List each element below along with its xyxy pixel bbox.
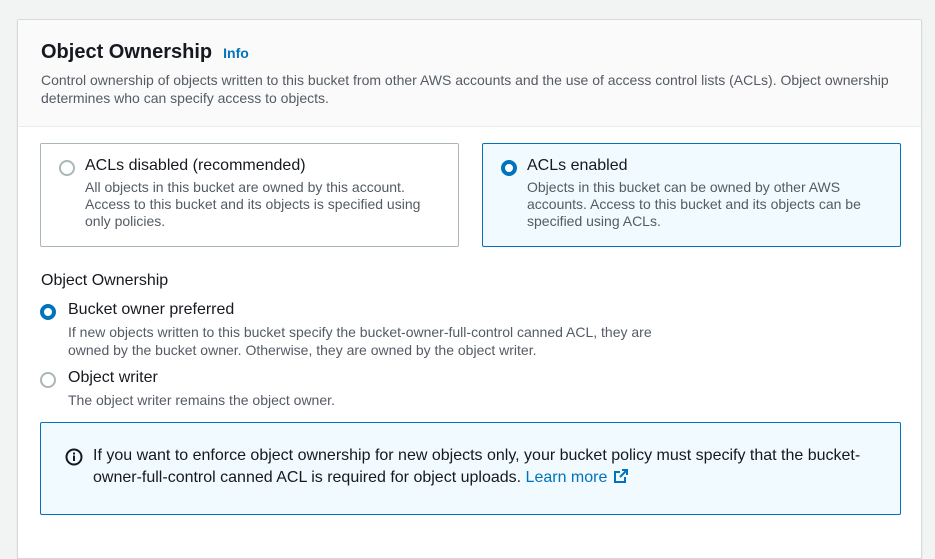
object-writer-radio[interactable] <box>40 372 56 388</box>
object-writer-label: Object writer <box>68 369 158 386</box>
title-row: Object Ownership Info <box>41 41 249 64</box>
object-writer-description: The object writer remains the object own… <box>68 392 335 408</box>
external-link-icon <box>614 469 629 483</box>
info-alert: If you want to enforce object ownership … <box>40 422 901 515</box>
acls-enabled-radio[interactable] <box>501 160 517 176</box>
acls-enabled-label: ACLs enabled <box>527 157 628 174</box>
alert-text: If you want to enforce object ownership … <box>93 447 861 486</box>
object-writer-option[interactable]: Object writer The object writer remains … <box>40 369 700 409</box>
learn-more-label: Learn more <box>525 469 608 486</box>
bucket-owner-preferred-label: Bucket owner preferred <box>68 301 235 318</box>
bucket-owner-preferred-description: If new objects written to this bucket sp… <box>68 324 652 358</box>
acls-disabled-description: All objects in this bucket are owned by … <box>85 179 421 229</box>
learn-more-link[interactable]: Learn more <box>526 469 630 486</box>
panel-description: Control ownership of objects written to … <box>41 72 889 106</box>
ownership-group-label: Object Ownership <box>41 272 169 289</box>
info-circle-icon <box>65 448 83 466</box>
bucket-owner-preferred-radio[interactable] <box>40 304 56 320</box>
panel-title: Object Ownership <box>41 41 213 63</box>
acls-enabled-description: Objects in this bucket can be owned by o… <box>527 179 861 229</box>
info-link[interactable]: Info <box>223 45 249 61</box>
panel-header: Object Ownership Info Control ownership … <box>18 20 921 127</box>
bucket-owner-preferred-option[interactable]: Bucket owner preferred If new objects wr… <box>40 301 700 358</box>
acls-disabled-radio[interactable] <box>59 160 75 176</box>
acls-enabled-tile[interactable]: ACLs enabled Objects in this bucket can … <box>482 143 901 247</box>
acls-disabled-label: ACLs disabled (recommended) <box>85 157 306 174</box>
object-ownership-panel: Object Ownership Info Control ownership … <box>17 19 922 559</box>
alert-message: If you want to enforce object ownership … <box>93 445 873 489</box>
acls-disabled-tile[interactable]: ACLs disabled (recommended) All objects … <box>40 143 459 247</box>
